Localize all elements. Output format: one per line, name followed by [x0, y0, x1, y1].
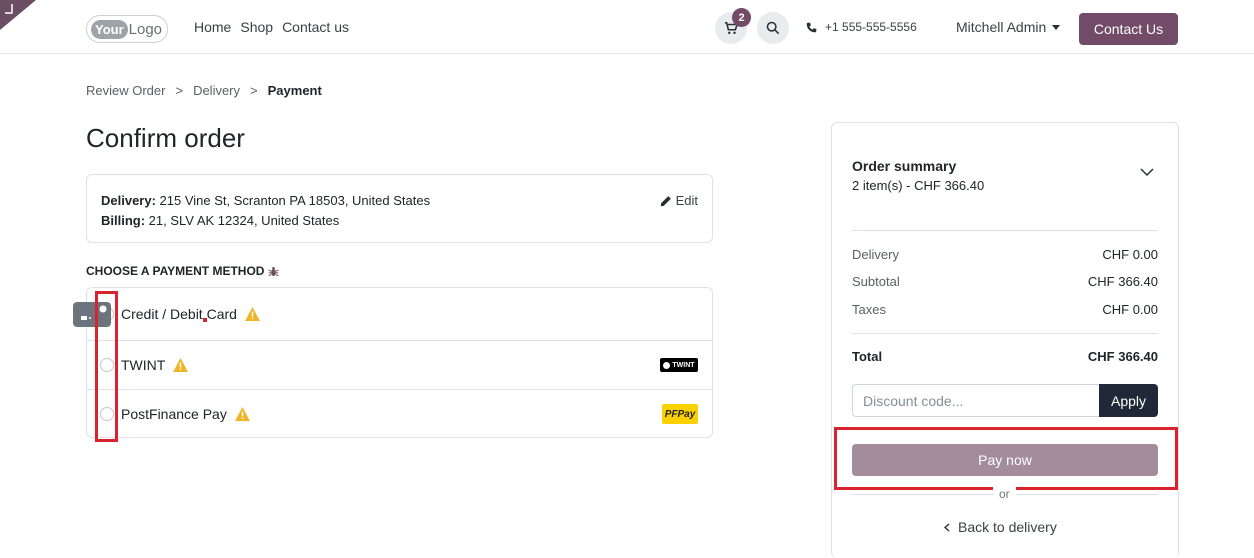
summary-label: Taxes [852, 302, 886, 317]
summary-row-taxes: Taxes CHF 0.00 [852, 302, 1158, 317]
summary-total-row: Total CHF 366.40 [852, 349, 1158, 364]
edit-address-link[interactable]: Edit [660, 191, 698, 211]
breadcrumb-separator: > [175, 83, 184, 98]
logo-your-text: Your [91, 19, 128, 39]
order-summary-items: 2 item(s) - CHF 366.40 [852, 178, 985, 193]
cart-count-badge: 2 [732, 8, 751, 27]
address-card: Delivery: 215 Vine St, Scranton PA 18503… [86, 174, 713, 243]
payment-option-postfinance[interactable]: PostFinance Pay PFPay [87, 390, 712, 438]
summary-label: Delivery [852, 247, 899, 262]
highlight-pay-now [834, 427, 1178, 490]
warning-icon [234, 407, 250, 421]
nav-contact-us[interactable]: Contact us [282, 19, 349, 35]
breadcrumb-delivery[interactable]: Delivery [193, 83, 240, 98]
logo-logo-text: Logo [128, 20, 163, 38]
card-method-name: Credit / Debit Card [121, 306, 237, 322]
search-icon [766, 21, 780, 35]
postfinance-method-name: PostFinance Pay [121, 406, 227, 422]
total-label: Total [852, 349, 883, 364]
nav-shop[interactable]: Shop [240, 19, 273, 35]
breadcrumb-separator: > [250, 83, 258, 98]
site-header: Your Logo Home Shop Contact us 2 +1 555-5… [0, 0, 1254, 54]
total-value: CHF 366.40 [1087, 349, 1158, 364]
payment-option-label: PostFinance Pay [121, 406, 250, 422]
discount-code-input[interactable] [852, 384, 1099, 417]
payment-method-heading: CHOOSE A PAYMENT METHOD [86, 264, 279, 278]
back-to-delivery-link[interactable]: Back to delivery [944, 519, 1057, 535]
billing-label: Billing: [101, 213, 146, 228]
phone-number: +1 555-555-5556 [825, 20, 917, 34]
billing-value: 21, SLV AK 12324, United States [148, 213, 340, 228]
summary-divider [852, 333, 1158, 334]
phone-contact[interactable]: +1 555-555-5556 [806, 20, 917, 34]
summary-label: Subtotal [852, 274, 900, 289]
summary-value: CHF 366.40 [1087, 274, 1158, 289]
payment-heading-text: CHOOSE A PAYMENT METHOD [86, 264, 265, 278]
delivery-value: 215 Vine St, Scranton PA 18503, United S… [159, 193, 431, 208]
back-to-delivery-label: Back to delivery [958, 519, 1057, 535]
phone-icon [806, 22, 817, 32]
breadcrumb-payment: Payment [267, 83, 322, 98]
twint-logo-icon: TWINT [660, 358, 698, 372]
contact-us-button[interactable]: Contact Us [1079, 13, 1178, 45]
user-name: Mitchell Admin [956, 19, 1047, 35]
edit-label: Edit [675, 193, 698, 208]
user-menu[interactable]: Mitchell Admin [956, 19, 1061, 35]
warning-icon [173, 358, 189, 372]
or-text: or [993, 487, 1016, 501]
payment-option-card[interactable]: Credit / Debit Card [73, 288, 712, 341]
bug-icon [268, 266, 279, 276]
apply-discount-button[interactable]: Apply [1099, 384, 1158, 417]
nav-home[interactable]: Home [194, 19, 231, 35]
payment-option-label: Credit / Debit Card [121, 306, 260, 322]
chevron-left-icon [944, 522, 950, 532]
caret-down-icon [1052, 24, 1061, 30]
summary-row-delivery: Delivery CHF 0.00 [852, 247, 1158, 262]
page-title: Confirm order [86, 123, 245, 153]
summary-value: CHF 0.00 [1102, 247, 1158, 262]
breadcrumb-review-order[interactable]: Review Order [86, 83, 165, 98]
payment-option-twint[interactable]: TWINT TWINT [87, 341, 712, 390]
twint-method-name: TWINT [121, 357, 166, 373]
order-summary-title[interactable]: Order summary [852, 158, 956, 174]
warning-icon [244, 307, 260, 321]
site-logo[interactable]: Your Logo [86, 15, 168, 43]
billing-address: Billing: 21, SLV AK 12324, United States [101, 211, 698, 231]
pencil-icon [660, 196, 671, 207]
highlight-dot [203, 318, 207, 322]
summary-row-subtotal: Subtotal CHF 366.40 [852, 274, 1158, 289]
twint-logo-text: TWINT [672, 361, 695, 369]
search-button[interactable] [757, 12, 789, 44]
pfpay-logo-icon: PFPay [662, 404, 698, 424]
main-nav: Home Shop Contact us [194, 19, 349, 35]
payment-method-list: Credit / Debit Card TWINT TWINT PostFina… [73, 287, 713, 438]
chevron-down-icon[interactable] [1140, 168, 1154, 177]
delivery-label: Delivery: [101, 193, 156, 208]
highlight-radio-buttons [95, 291, 118, 442]
checkout-breadcrumb: Review Order > Delivery > Payment [86, 83, 322, 98]
payment-option-label: TWINT [121, 357, 189, 373]
delivery-address: Delivery: 215 Vine St, Scranton PA 18503… [101, 191, 698, 211]
summary-divider [852, 230, 1158, 231]
summary-value: CHF 0.00 [1102, 302, 1158, 317]
discount-form: Apply [852, 384, 1158, 417]
